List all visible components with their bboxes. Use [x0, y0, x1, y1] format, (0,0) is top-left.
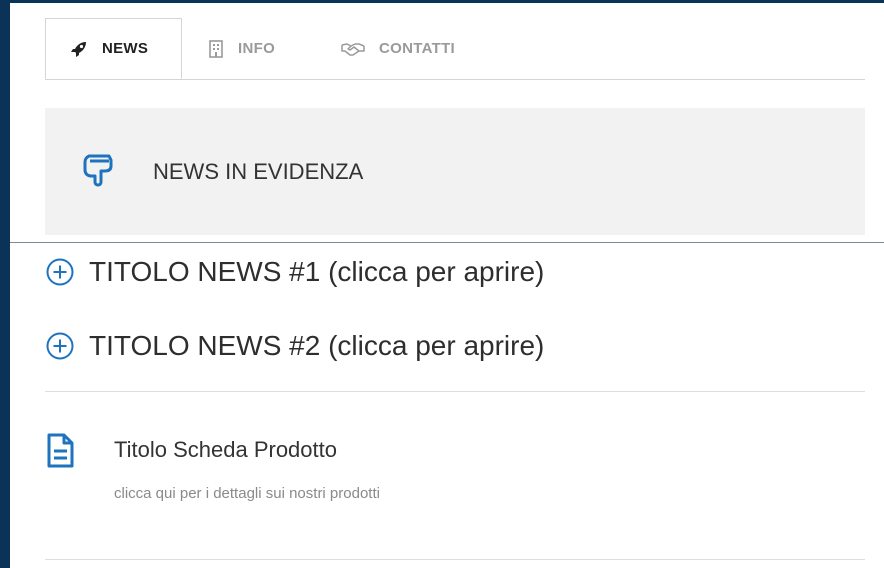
- handshake-icon: [341, 41, 365, 57]
- section-divider: [10, 242, 884, 243]
- plus-circle-icon: [45, 331, 75, 361]
- product-sheet-link[interactable]: Titolo Scheda Prodotto clicca qui per i …: [45, 433, 865, 523]
- tab-bar: NEWS INFO CONTATTI: [45, 18, 865, 80]
- product-sheet-title: Titolo Scheda Prodotto: [114, 437, 337, 462]
- building-icon: [208, 39, 224, 58]
- tab-contatti[interactable]: CONTATTI: [341, 18, 455, 79]
- featured-news-banner: NEWS IN EVIDENZA: [45, 108, 865, 235]
- tab-news[interactable]: NEWS: [45, 18, 182, 79]
- tab-contatti-label: CONTATTI: [379, 40, 455, 57]
- document-icon: [45, 433, 75, 474]
- tab-news-label: NEWS: [102, 40, 149, 57]
- tab-info-label: INFO: [238, 40, 276, 57]
- tab-bar-divider: [45, 79, 865, 80]
- accordion-item-news-2[interactable]: TITOLO NEWS #2 (clicca per aprire): [45, 330, 544, 362]
- accordion-title: TITOLO NEWS #1 (clicca per aprire): [89, 256, 545, 287]
- product-sheet-description: clicca qui per i dettagli sui nostri pro…: [114, 485, 380, 502]
- accordion-title: TITOLO NEWS #2 (clicca per aprire): [89, 330, 545, 361]
- plus-circle-icon: [45, 257, 75, 287]
- rocket-icon: [70, 40, 88, 58]
- content-panel: NEWS INFO CONTATTI NEWS IN EVIDENZA TITO…: [10, 3, 884, 568]
- featured-news-title: NEWS IN EVIDENZA: [153, 158, 364, 184]
- list-divider: [45, 391, 865, 392]
- accordion-item-news-1[interactable]: TITOLO NEWS #1 (clicca per aprire): [45, 256, 544, 288]
- list-divider: [45, 559, 865, 560]
- pointing-hand-icon: [81, 152, 119, 192]
- tab-info[interactable]: INFO: [208, 18, 275, 79]
